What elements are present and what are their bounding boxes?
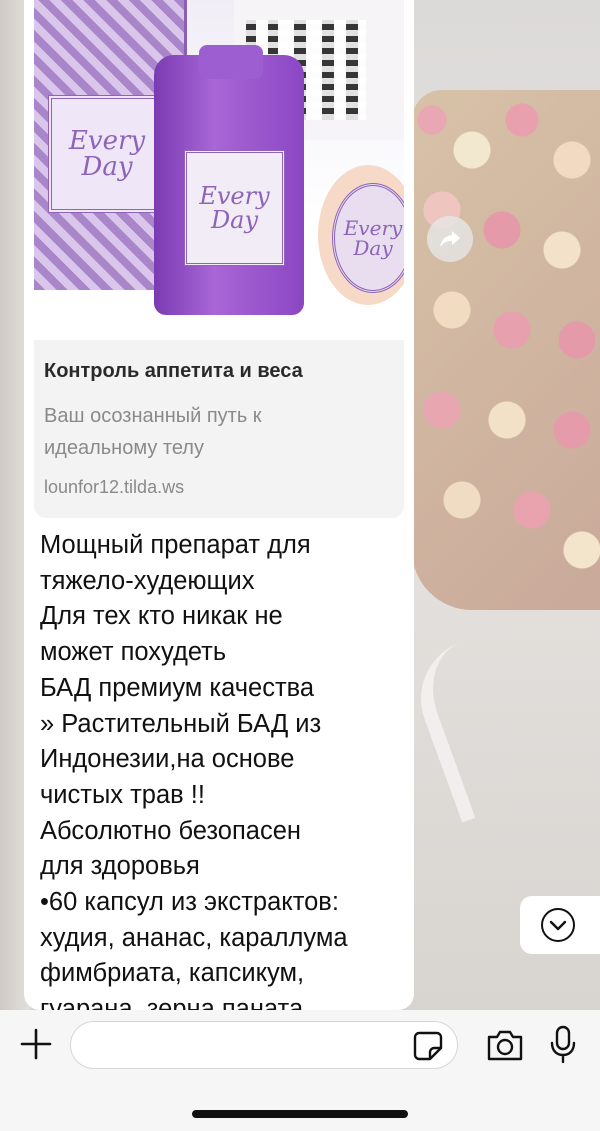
bottle-label: Every Day <box>184 150 285 266</box>
link-preview-url[interactable]: lounfor12.tilda.ws <box>44 477 184 498</box>
bottle-cap <box>199 45 263 79</box>
link-preview-title: Контроль аппетита и веса <box>44 360 303 382</box>
camera-icon[interactable] <box>486 1028 524 1062</box>
wallpaper-chair <box>404 627 560 823</box>
scroll-to-bottom-button[interactable] <box>520 896 600 954</box>
message-text: Мощный препарат для тяжело-худеющих Для … <box>40 531 348 1010</box>
microphone-icon[interactable] <box>548 1025 578 1065</box>
message-input[interactable] <box>70 1021 458 1069</box>
chevron-down-circle-icon <box>541 908 575 942</box>
box-logo: Every Day <box>48 95 166 213</box>
wallpaper-roses <box>412 90 600 610</box>
link-preview-image[interactable]: Every Day Every Day Every Day <box>34 0 404 320</box>
link-preview-card[interactable]: Контроль аппетита и веса Ваш осознанный … <box>34 340 404 518</box>
message-bubble[interactable]: Every Day Every Day Every Day Контроль а… <box>24 0 414 1010</box>
jar-lid-logo: Every Day <box>332 183 404 293</box>
sticker-icon[interactable] <box>412 1030 444 1062</box>
forward-button[interactable] <box>427 216 473 262</box>
plus-icon[interactable] <box>18 1026 54 1062</box>
home-indicator <box>192 1110 408 1118</box>
jar-lid: Every Day <box>318 165 404 305</box>
link-preview-description: Ваш осознанный путь к идеальному телу <box>44 405 262 459</box>
forward-arrow-icon <box>440 231 460 247</box>
